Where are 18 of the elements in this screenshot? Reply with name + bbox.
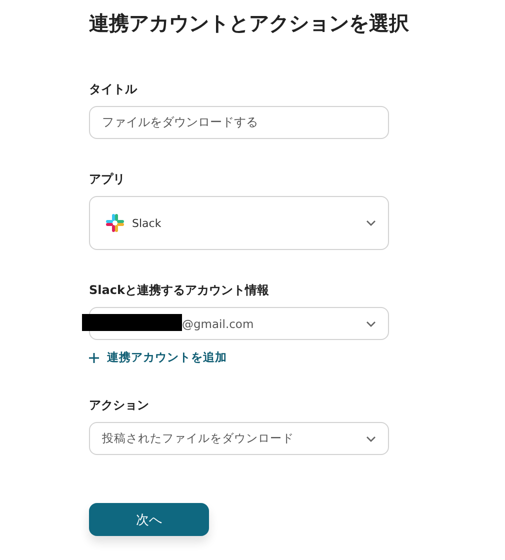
plus-icon (89, 352, 99, 362)
account-email: @gmail.com (182, 316, 255, 330)
chevron-down-icon (366, 220, 376, 226)
field-label: アクション (89, 397, 150, 414)
app-select[interactable]: Slack (89, 196, 389, 250)
action-select[interactable]: 投稿されたファイルをダウンロード (89, 422, 389, 455)
add-account-link[interactable]: 連携アカウントを追加 (89, 350, 227, 365)
chevron-down-icon (366, 320, 376, 326)
app-name: Slack (132, 216, 162, 230)
next-button[interactable]: 次へ (89, 503, 209, 536)
field-label: Slackと連携するアカウント情報 (89, 282, 270, 299)
field-label: タイトル (89, 81, 138, 98)
action-value: 投稿されたファイルをダウンロード (102, 431, 295, 446)
page-heading: 連携アカウントとアクションを選択 (89, 10, 410, 37)
field-label: アプリ (89, 171, 126, 188)
chevron-down-icon (366, 436, 376, 442)
slack-logo-icon (106, 214, 124, 232)
title-input[interactable]: ファイルをダウンロードする (89, 106, 389, 139)
